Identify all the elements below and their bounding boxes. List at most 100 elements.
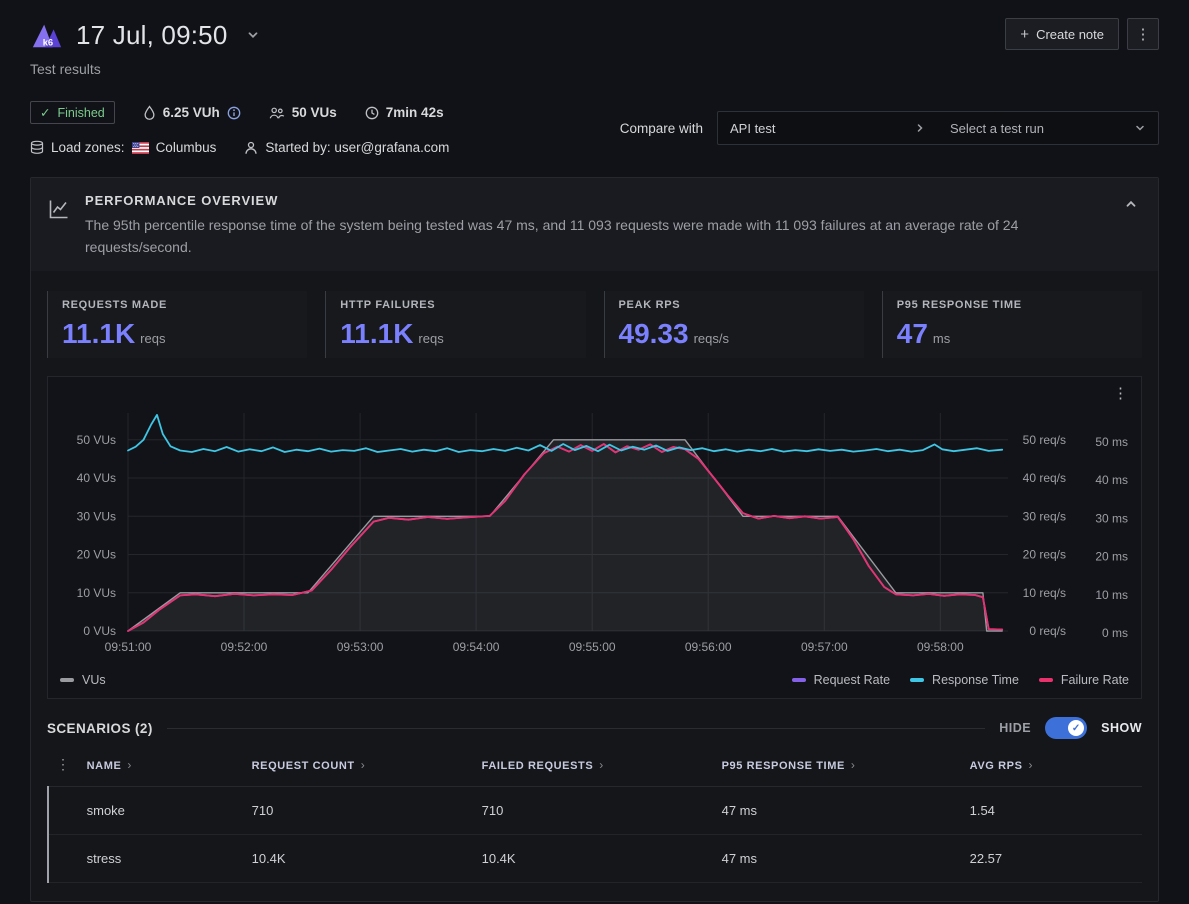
- title-dropdown-chevron-icon[interactable]: [246, 28, 260, 42]
- run-summary: ✓ Finished 6.25 VUh 50 VUs: [30, 101, 1159, 155]
- load-zone-city: Columbus: [156, 140, 217, 155]
- svg-text:09:56:00: 09:56:00: [684, 640, 731, 654]
- svg-text:0 req/s: 0 req/s: [1029, 624, 1066, 638]
- legend-label: VUs: [82, 673, 106, 687]
- legend-item-vus[interactable]: VUs: [60, 673, 106, 687]
- vuh-value: 6.25 VUh: [163, 105, 220, 120]
- column-header-name[interactable]: NAME›: [79, 743, 244, 787]
- svg-text:50 req/s: 50 req/s: [1022, 433, 1065, 447]
- svg-text:40 ms: 40 ms: [1095, 473, 1128, 487]
- column-label: AVG RPS: [970, 760, 1023, 772]
- stat-http-failures: HTTP FAILURES 11.1K reqs: [325, 291, 585, 358]
- stat-unit: reqs/s: [694, 331, 729, 346]
- chevron-down-icon: [1134, 122, 1146, 134]
- svg-text:30 req/s: 30 req/s: [1022, 510, 1065, 524]
- scenarios-title: SCENARIOS (2): [47, 721, 153, 736]
- page-subtitle: Test results: [30, 61, 260, 77]
- column-header-request-count[interactable]: REQUEST COUNT›: [244, 743, 474, 787]
- scenarios-toggle[interactable]: ✓: [1045, 717, 1087, 739]
- topbar: k6 17 Jul, 09:50 Test results + Create n…: [30, 18, 1159, 77]
- us-flag-icon: [132, 142, 149, 154]
- stat-label: HTTP FAILURES: [340, 299, 571, 311]
- performance-overview-panel: PERFORMANCE OVERVIEW The 95th percentile…: [30, 177, 1159, 902]
- scenarios-bar: SCENARIOS (2) HIDE ✓ SHOW: [47, 717, 1142, 739]
- stat-unit: reqs: [418, 331, 443, 346]
- stat-label: PEAK RPS: [619, 299, 850, 311]
- cell-avg-rps: 1.54: [962, 787, 1142, 835]
- sort-chevron-icon: ›: [851, 758, 856, 772]
- svg-text:50 VUs: 50 VUs: [76, 433, 115, 447]
- column-header-avg-rps[interactable]: AVG RPS›: [962, 743, 1142, 787]
- legend-label: Failure Rate: [1061, 673, 1129, 687]
- create-note-button[interactable]: + Create note: [1005, 18, 1119, 50]
- compare-test-run-select[interactable]: Select a test run: [938, 112, 1158, 144]
- check-icon: ✓: [40, 105, 50, 120]
- create-note-label: Create note: [1036, 27, 1104, 42]
- k6-logo-icon: k6: [30, 18, 64, 52]
- kebab-icon: ⋮: [1136, 25, 1151, 43]
- legend-item-request-rate[interactable]: Request Rate: [792, 673, 890, 687]
- column-header-p95-response-time[interactable]: P95 RESPONSE TIME›: [714, 743, 962, 787]
- check-icon: ✓: [1072, 723, 1080, 734]
- sort-chevron-icon: ›: [127, 758, 132, 772]
- toggle-knob: ✓: [1068, 720, 1084, 736]
- load-zones: Load zones: Columbus: [30, 140, 216, 155]
- run-summary-meta: ✓ Finished 6.25 VUh 50 VUs: [30, 101, 449, 155]
- table-row-stress[interactable]: stress 10.4K 10.4K 47 ms 22.57: [48, 835, 1142, 883]
- divider-line: [167, 728, 986, 729]
- page-title: 17 Jul, 09:50: [76, 20, 228, 51]
- cell-name: stress: [79, 835, 244, 883]
- load-zones-label: Load zones:: [51, 140, 125, 155]
- cell-failed-requests: 10.4K: [474, 835, 714, 883]
- svg-text:10 req/s: 10 req/s: [1022, 586, 1065, 600]
- server-stack-icon: [30, 140, 44, 155]
- stat-value: 49.33: [619, 320, 689, 348]
- plus-icon: +: [1020, 26, 1029, 43]
- svg-text:40 req/s: 40 req/s: [1022, 471, 1065, 485]
- svg-text:09:55:00: 09:55:00: [568, 640, 615, 654]
- compare-project-selector[interactable]: API test: [718, 112, 938, 144]
- sort-chevron-icon: ›: [361, 758, 366, 772]
- cell-p95-response-time: 47 ms: [714, 787, 962, 835]
- chart-line-icon: [47, 197, 71, 226]
- show-label[interactable]: SHOW: [1101, 721, 1142, 735]
- vuh-metric: 6.25 VUh: [143, 105, 241, 120]
- topbar-left: k6 17 Jul, 09:50 Test results: [30, 18, 260, 77]
- compare-with-label: Compare with: [620, 121, 703, 136]
- performance-chart[interactable]: 0 VUs0 req/s0 ms10 VUs10 req/s10 ms20 VU…: [50, 401, 1140, 670]
- row-accent-cell: [48, 835, 79, 883]
- svg-text:30 ms: 30 ms: [1095, 512, 1128, 526]
- legend-swatch-response-time: [910, 678, 924, 682]
- started-by-label: Started by: user@grafana.com: [265, 140, 449, 155]
- svg-text:09:51:00: 09:51:00: [104, 640, 151, 654]
- droplet-icon: [143, 105, 156, 120]
- table-kebab-header[interactable]: ⋮: [48, 743, 79, 787]
- svg-text:10 ms: 10 ms: [1095, 588, 1128, 602]
- column-header-failed-requests[interactable]: FAILED REQUESTS›: [474, 743, 714, 787]
- svg-text:20 ms: 20 ms: [1095, 550, 1128, 564]
- cell-failed-requests: 710: [474, 787, 714, 835]
- legend-item-failure-rate[interactable]: Failure Rate: [1039, 673, 1129, 687]
- chart-kebab-menu[interactable]: ⋮: [1113, 384, 1128, 402]
- legend-label: Response Time: [932, 673, 1019, 687]
- cell-request-count: 710: [244, 787, 474, 835]
- stat-p95-response-time: P95 RESPONSE TIME 47 ms: [882, 291, 1142, 358]
- performance-overview-header: PERFORMANCE OVERVIEW The 95th percentile…: [31, 178, 1158, 271]
- vus-value: 50 VUs: [292, 105, 337, 120]
- svg-text:09:58:00: 09:58:00: [916, 640, 963, 654]
- collapse-chevron-up-icon[interactable]: [1120, 193, 1142, 220]
- hide-label[interactable]: HIDE: [999, 721, 1031, 735]
- svg-text:k6: k6: [43, 37, 53, 48]
- info-icon[interactable]: [227, 106, 241, 120]
- panel-description: The 95th percentile response time of the…: [85, 215, 1070, 258]
- table-row-smoke[interactable]: smoke 710 710 47 ms 1.54: [48, 787, 1142, 835]
- topbar-actions: + Create note ⋮: [1005, 18, 1159, 50]
- performance-chart-card: ⋮ 0 VUs0 req/s0 ms10 VUs10 req/s10 ms20 …: [47, 376, 1142, 699]
- panel-title: PERFORMANCE OVERVIEW: [85, 193, 1070, 208]
- svg-text:09:54:00: 09:54:00: [452, 640, 499, 654]
- started-by: Started by: user@grafana.com: [244, 140, 449, 155]
- page-kebab-menu-button[interactable]: ⋮: [1127, 18, 1159, 50]
- status-label: Finished: [57, 106, 104, 120]
- legend-item-response-time[interactable]: Response Time: [910, 673, 1019, 687]
- svg-text:09:52:00: 09:52:00: [220, 640, 267, 654]
